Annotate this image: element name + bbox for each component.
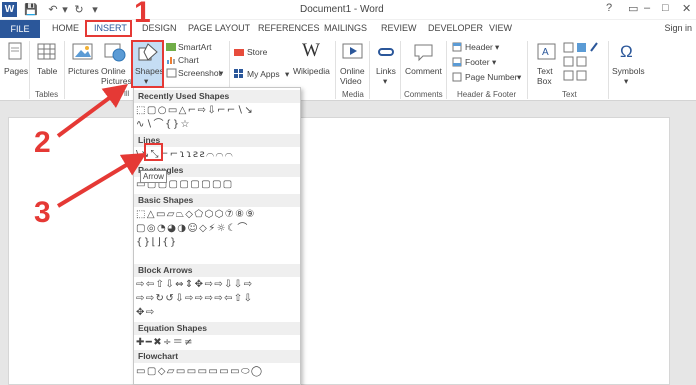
annotation-arrows [56,84,147,208]
annotation-arrow-3 [56,152,147,208]
annotation-arrow-2 [56,84,129,138]
